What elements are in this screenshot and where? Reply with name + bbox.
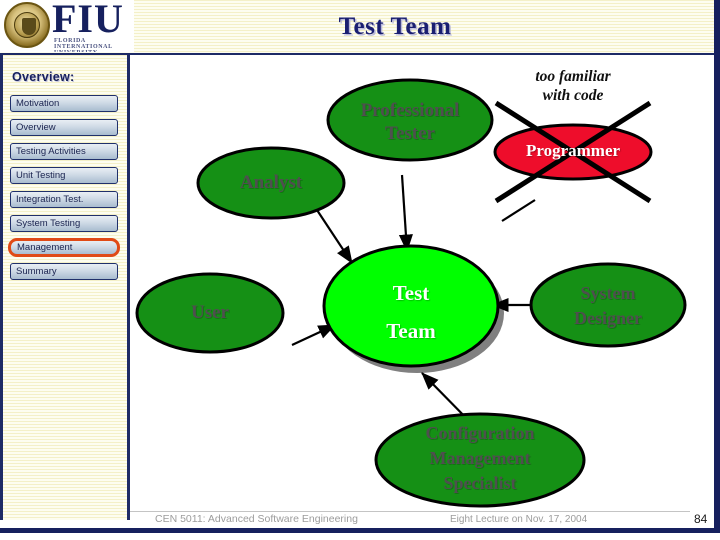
- seal-shield-icon: [22, 18, 36, 35]
- edge-programmer-test-team: [501, 199, 536, 222]
- fiu-logo: FIU FLORIDA INTERNATIONAL UNIVERSITY: [0, 0, 134, 52]
- logo-subtitle: FLORIDA INTERNATIONAL UNIVERSITY: [54, 38, 113, 52]
- node-analyst: [196, 146, 346, 220]
- right-edge-bar: [714, 0, 720, 533]
- edge-professional-tester-test-team: [398, 174, 413, 253]
- node-user: [135, 272, 285, 354]
- footer-lecture: Eight Lecture on Nov. 17, 2004: [450, 514, 588, 525]
- annotation-programmer-note: too familiar with code: [535, 68, 611, 104]
- node-system-designer: [529, 262, 687, 348]
- university-seal-icon: [4, 2, 50, 48]
- sidebar-item-testing-activities[interactable]: Testing Activities: [10, 143, 118, 160]
- diagram-canvas: Professional Tester Programmer Analyst U…: [130, 55, 720, 510]
- sidebar-item-unit-testing[interactable]: Unit Testing: [10, 167, 118, 184]
- logo-wordmark: FIU: [52, 0, 124, 41]
- edge-analyst-test-team: [314, 206, 353, 264]
- node-test-team: [322, 244, 500, 368]
- node-configuration-management-specialist: [374, 412, 586, 508]
- node-professional-tester: [326, 78, 494, 162]
- diagram-graphics: [135, 78, 687, 508]
- footer-course: CEN 5011: Advanced Software Engineering: [155, 513, 358, 525]
- sidebar-left-edge: [0, 55, 3, 520]
- footer-rule: [0, 528, 720, 533]
- sidebar-item-summary[interactable]: Summary: [10, 263, 118, 280]
- footer-divider: [130, 511, 690, 512]
- page-number: 84: [694, 512, 708, 526]
- sidebar-item-overview[interactable]: Overview: [10, 119, 118, 136]
- sidebar-heading: Overview:: [12, 70, 75, 84]
- sidebar-item-integration-test[interactable]: Integration Test.: [10, 191, 118, 208]
- page-title: Test Team: [338, 13, 452, 40]
- sidebar-item-system-testing[interactable]: System Testing: [10, 215, 118, 232]
- slide: FIU FLORIDA INTERNATIONAL UNIVERSITY Tes…: [0, 0, 720, 540]
- sidebar-item-management[interactable]: Management: [8, 238, 120, 257]
- sidebar-item-motivation[interactable]: Motivation: [10, 95, 118, 112]
